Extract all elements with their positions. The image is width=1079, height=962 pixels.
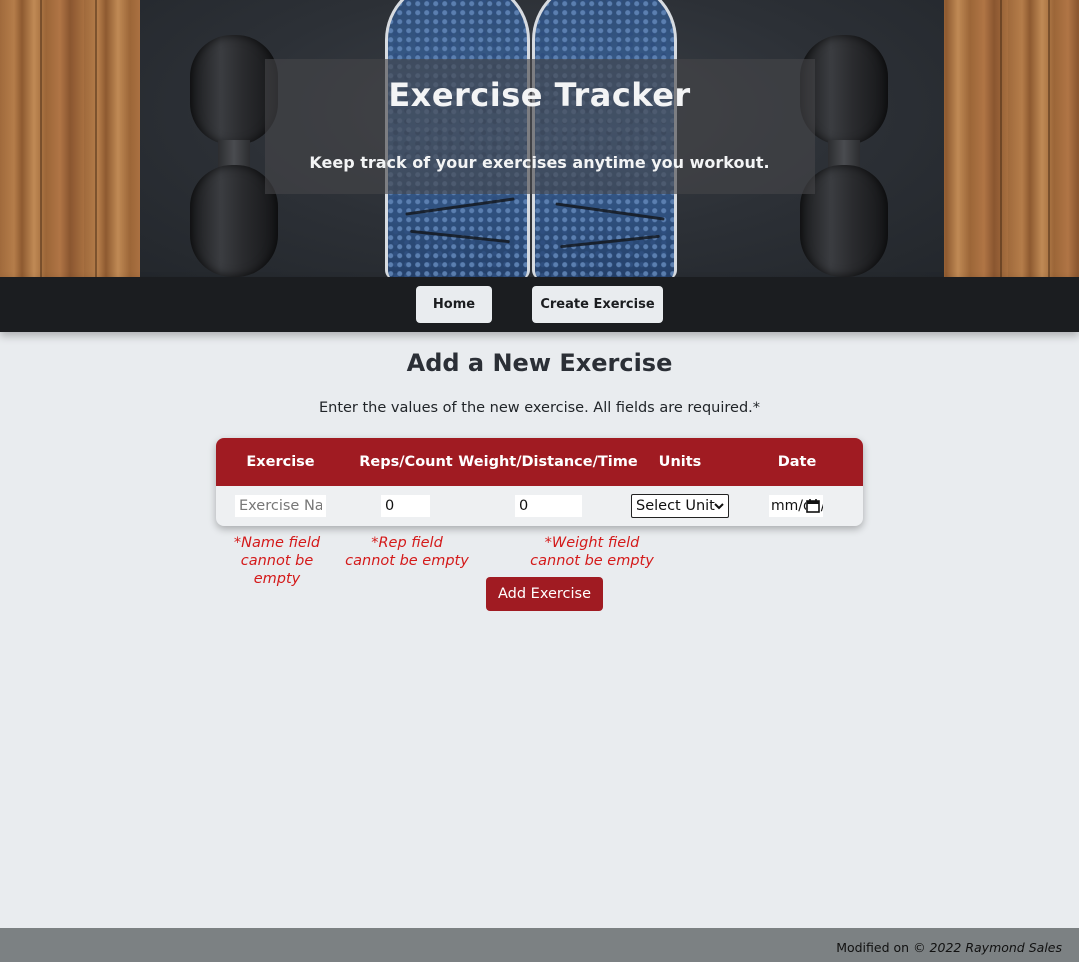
reps-error-message: *Rep field cannot be empty [345,535,469,569]
nav-home-button[interactable]: Home [416,286,492,323]
exercise-name-input[interactable] [235,495,326,517]
main-nav: Home Create Exercise [0,277,1079,332]
units-select[interactable]: Select Unit [631,494,729,518]
site-tagline: Keep track of your exercises anytime you… [309,153,770,172]
wood-seam [40,0,42,277]
footer-text: Modified on © 2022 Raymond Sales [836,940,1062,955]
table-header-row: Exercise Reps/Count Weight/Distance/Time… [216,438,863,486]
calendar-icon[interactable] [806,498,820,513]
column-header-date: Date [777,454,817,470]
column-header-exercise: Exercise [246,454,315,470]
page-footer: Modified on © 2022 Raymond Sales [0,928,1079,962]
wood-seam [95,0,97,277]
page-title: Add a New Exercise [406,349,673,377]
reps-input[interactable] [381,495,430,517]
column-header-weight: Weight/Distance/Time [458,454,638,470]
form-instructions: Enter the values of the new exercise. Al… [318,400,761,416]
hero-banner: Exercise Tracker Keep track of your exer… [0,0,1079,277]
chevron-down-icon [714,503,724,510]
site-title: Exercise Tracker [388,76,691,114]
exercise-form-table: Exercise Reps/Count Weight/Distance/Time… [216,438,863,526]
units-select-value: Select Unit [636,498,715,514]
footer-copyright: © 2022 Raymond Sales [913,940,1062,955]
add-exercise-button[interactable]: Add Exercise [486,577,603,611]
footer-prefix: Modified on [836,940,910,955]
nav-create-exercise-button[interactable]: Create Exercise [532,286,663,323]
weight-input[interactable] [515,495,582,517]
wood-seam [1000,0,1002,277]
column-header-units: Units [658,454,702,470]
table-input-row: Select Unit mm/dd/yyyy [216,486,863,526]
weight-error-message: *Weight field cannot be empty [530,535,654,569]
wood-seam [1048,0,1050,277]
date-input[interactable]: mm/dd/yyyy [769,495,823,517]
name-error-message: *Name field cannot be empty [233,535,321,587]
column-header-reps: Reps/Count [359,454,453,470]
